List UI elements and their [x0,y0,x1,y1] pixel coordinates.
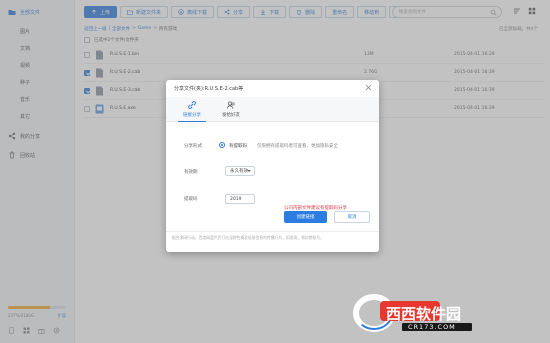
friends-icon [226,100,236,110]
tab-link-share[interactable]: 链接分享 [175,100,209,122]
share-mode-value[interactable]: 有提取码 [229,143,247,149]
validity-value: 永久有效 [230,169,248,174]
tab-label: 链接分享 [183,113,201,118]
share-mode-label: 分享形式 [184,144,202,149]
code-label: 提取码 [184,197,198,202]
watermark-logo: 西西软件园 CR173.COM [350,291,530,333]
create-link-button[interactable]: 创建链接 [284,211,327,223]
share-mode-radio[interactable] [219,142,225,148]
extract-code-value: 2019 [230,196,242,202]
close-icon[interactable] [365,84,372,91]
dialog-tabs: 链接分享 发给好友 [166,97,379,122]
validity-label: 有效期 [184,170,198,175]
tab-label: 发给好友 [222,113,240,118]
cancel-button[interactable]: 取消 [334,211,370,223]
share-dialog: 分享文件(夹):R.U.S.E-2.cab等 链接分享 发给好友 分享形式 有提… [166,80,379,252]
dialog-footer-note: 配合净网行动，百度网盘严厉打击淫秽色情及低俗信息的传播行为，如发现，将封禁账号。 [166,231,379,244]
validity-select[interactable]: 永久有效 [225,166,255,176]
watermark-url: CR173.COM [408,323,456,331]
tab-send-friend[interactable]: 发给好友 [214,100,248,118]
link-icon [187,100,197,110]
watermark-brand: 西西软件园 [386,305,462,323]
chevron-down-icon [247,170,251,172]
share-mode-hint: 仅限拥有提取码者可查看，更加隐私安全 [257,144,338,149]
extract-code-input[interactable]: 2019 [225,194,255,204]
dialog-title: 分享文件(夹):R.U.S.E-2.cab等 [174,86,244,92]
